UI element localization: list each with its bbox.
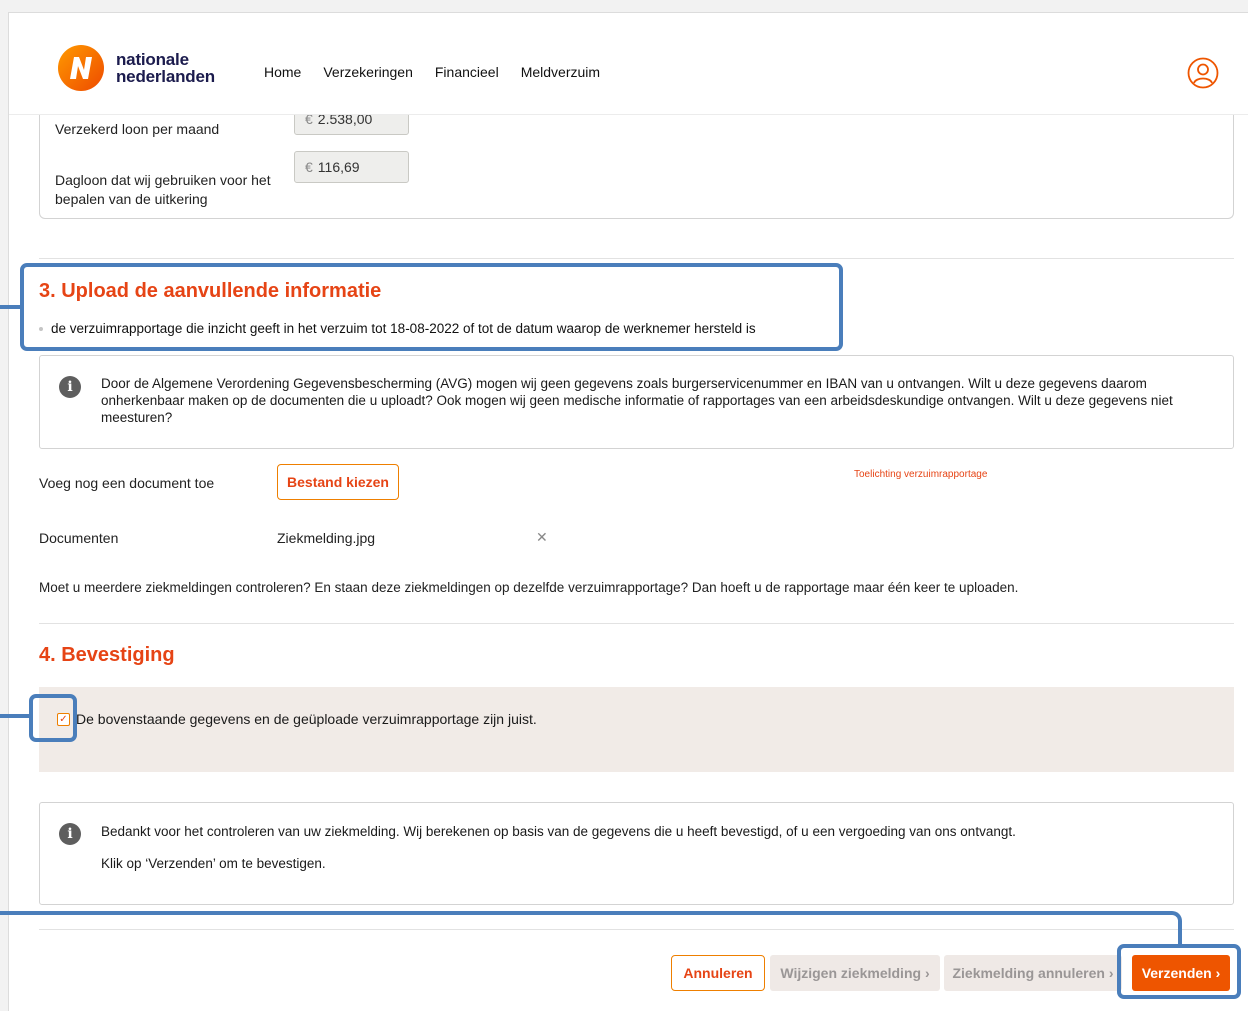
- checkbox-highlight-box: [29, 694, 77, 742]
- confirm-checkbox-label: De bovenstaande gegevens en de geüploade…: [76, 711, 537, 727]
- privacy-info-box: i Door de Algemene Verordening Gegevensb…: [39, 355, 1234, 449]
- send-highlight-box: [1117, 944, 1241, 999]
- edit-sick-report-button[interactable]: Wijzigen ziekmelding ›: [770, 955, 940, 991]
- user-account-icon[interactable]: [1187, 57, 1219, 89]
- section-divider: [39, 929, 1234, 930]
- confirmation-band: [39, 687, 1234, 772]
- choose-file-button[interactable]: Bestand kiezen: [277, 464, 399, 500]
- daily-wage-field: €116,69: [294, 151, 409, 183]
- explanation-link[interactable]: Toelichting verzuimrapportage: [854, 469, 987, 480]
- brand-wordmark: nationale nederlanden: [116, 50, 215, 86]
- submit-info-box: i Bedankt voor het controleren van uw zi…: [39, 802, 1234, 905]
- insured-salary-label: Verzekerd loon per maand: [55, 121, 220, 137]
- upload-highlight-box: [20, 263, 843, 351]
- submit-instruction-text: Klik op ‘Verzenden’ om te bevestigen.: [101, 856, 326, 871]
- page-frame: Verzekerd loon per maand €2.538,00 Daglo…: [8, 12, 1248, 1011]
- checkbox-highlight-connector: [0, 714, 31, 718]
- privacy-info-text: Door de Algemene Verordening Gegevensbes…: [101, 376, 1173, 425]
- upload-highlight-connector: [0, 305, 22, 309]
- brand-logo[interactable]: nationale nederlanden: [57, 44, 215, 92]
- info-icon: i: [59, 823, 81, 845]
- multiple-reports-note: Moet u meerdere ziekmeldingen controlere…: [39, 580, 1019, 595]
- uploaded-document-name: Ziekmelding.jpg: [277, 530, 376, 546]
- chevron-right-icon: ›: [1108, 965, 1114, 981]
- nav-meldverzuim[interactable]: Meldverzuim: [521, 64, 600, 80]
- confirmation-section-title: 4. Bevestiging: [39, 644, 175, 666]
- nav-home[interactable]: Home: [264, 64, 301, 80]
- section-divider: [39, 623, 1234, 624]
- documents-label: Documenten: [39, 530, 119, 546]
- chevron-right-icon: ›: [924, 965, 930, 981]
- send-highlight-connector-corner: [1166, 911, 1182, 946]
- cancel-button[interactable]: Annuleren: [671, 955, 765, 991]
- add-document-label: Voeg nog een document toe: [39, 475, 215, 491]
- section-divider: [39, 258, 1234, 259]
- main-nav: Home Verzekeringen Financieel Meldverzui…: [264, 64, 622, 80]
- nav-verzekeringen[interactable]: Verzekeringen: [323, 64, 413, 80]
- daily-wage-label: Dagloon dat wij gebruiken voor het bepal…: [55, 172, 271, 207]
- submit-info-text: Bedankt voor het controleren van uw ziek…: [101, 824, 1016, 839]
- nn-logo-icon: [58, 45, 104, 91]
- cancel-sick-report-button[interactable]: Ziekmelding annuleren ›: [944, 955, 1122, 991]
- info-icon: i: [59, 376, 81, 398]
- send-highlight-connector: [0, 911, 1170, 915]
- nav-financieel[interactable]: Financieel: [435, 64, 499, 80]
- remove-document-icon[interactable]: ✕: [536, 529, 548, 546]
- site-header: nationale nederlanden Home Verzekeringen…: [9, 13, 1248, 115]
